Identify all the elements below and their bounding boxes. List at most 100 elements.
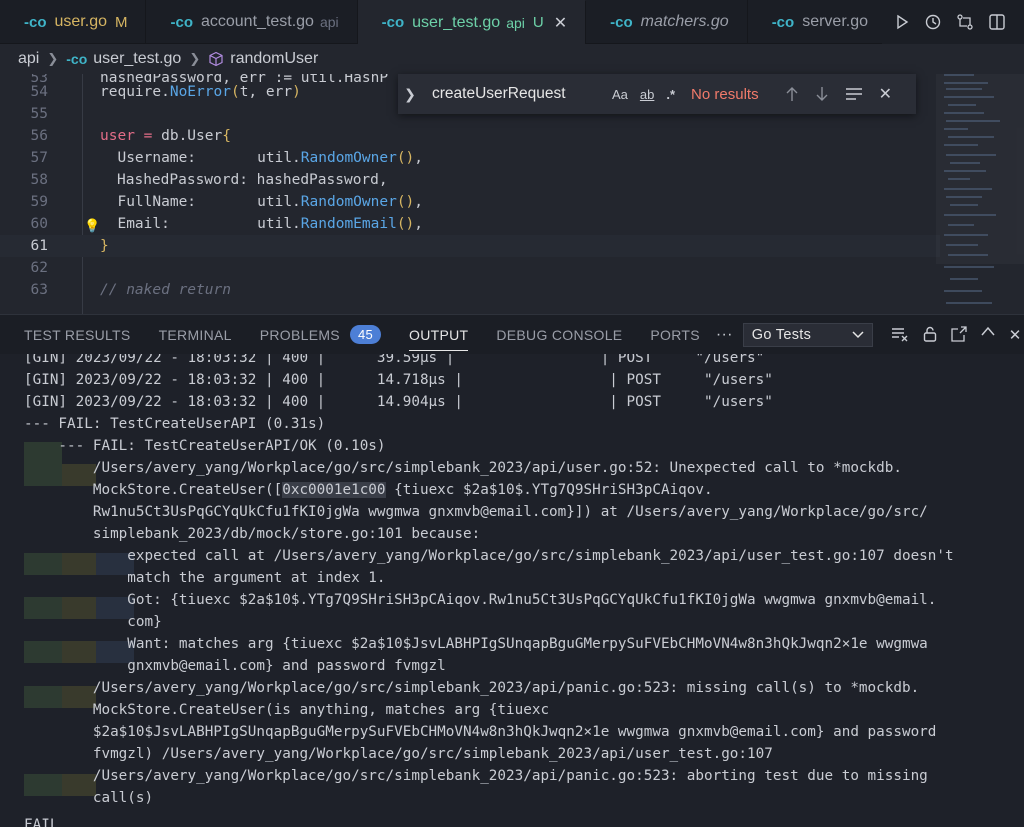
line-number: 55 — [30, 106, 48, 122]
find-input[interactable]: createUserRequest — [422, 85, 612, 103]
modified-badge: M — [114, 13, 128, 31]
go-file-icon: -co — [24, 13, 47, 31]
log-line: FAIL — [24, 817, 59, 827]
compare-changes-icon[interactable] — [956, 13, 974, 31]
close-icon[interactable]: ✕ — [879, 84, 892, 104]
whole-word-toggle[interactable]: ab — [640, 87, 654, 102]
chevron-down-icon — [852, 327, 864, 343]
tab-label: TERMINAL — [158, 326, 232, 343]
breadcrumb-symbol[interactable]: randomUser — [230, 50, 318, 68]
code-text: Email: util.RandomEmail(), — [100, 216, 424, 232]
match-case-toggle[interactable]: Aa — [612, 87, 628, 102]
tab-label: TEST RESULTS — [24, 326, 131, 343]
line-number: 54 — [30, 84, 48, 100]
tab-label: user_test.go — [412, 13, 501, 31]
log-line: $2a$10$JsvLABHPIgSUnqapBguGMerpySuFVEbCH… — [24, 724, 937, 740]
panel-header: TEST RESULTS TERMINAL PROBLEMS 45 OUTPUT … — [0, 314, 1024, 354]
tab-directory: api — [319, 14, 339, 30]
line-number: 60 — [30, 216, 48, 232]
split-editor-icon[interactable] — [988, 13, 1006, 31]
go-file-icon: -co — [66, 51, 88, 67]
tab-test-results[interactable]: TEST RESULTS — [0, 315, 145, 355]
breadcrumb-folder[interactable]: api — [18, 50, 39, 68]
breadcrumb-file[interactable]: user_test.go — [93, 50, 181, 68]
code-text: Username: util.RandomOwner(), — [100, 150, 424, 166]
clear-output-icon[interactable] — [891, 326, 909, 344]
run-icon[interactable] — [894, 14, 910, 30]
code-line: 60 Email: util.RandomEmail(), — [0, 213, 940, 235]
breadcrumb: api ❯ -co user_test.go ❯ randomUser — [0, 44, 1024, 74]
log-line: match the argument at index 1. — [24, 570, 386, 586]
log-line: Want: matches arg {tiuexc $2a$10$JsvLABH… — [24, 636, 928, 652]
log-line: call(s) — [24, 790, 154, 806]
tab-ports[interactable]: PORTS — [636, 315, 713, 355]
code-line: 63 // naked return — [0, 279, 940, 301]
chevron-right-icon: ❯ — [47, 51, 59, 66]
code-text: require.NoError(t, err) — [100, 84, 301, 100]
close-icon[interactable]: ✕ — [554, 13, 567, 33]
tab-server-go[interactable]: -co server.go — [748, 0, 887, 44]
symbol-method-icon — [208, 51, 224, 67]
output-log[interactable]: [GIN] 2023/09/22 - 18:03:32 | 400 | 39.5… — [0, 354, 1024, 827]
tab-label: user.go — [54, 13, 107, 30]
open-in-editor-icon[interactable] — [951, 325, 967, 344]
go-file-icon: -co — [610, 13, 633, 31]
code-line: 56 user = db.User{ — [0, 125, 940, 147]
tab-debug-console[interactable]: DEBUG CONSOLE — [482, 315, 636, 355]
log-line: simplebank_2023/db/mock/store.go:101 bec… — [24, 526, 481, 542]
tab-label: OUTPUT — [409, 326, 469, 343]
more-actions-icon[interactable]: ··· — [716, 326, 733, 344]
history-icon[interactable] — [924, 13, 942, 31]
lightbulb-icon[interactable]: 💡 — [84, 219, 100, 234]
code-text: user = db.User{ — [100, 128, 231, 144]
tab-terminal[interactable]: TERMINAL — [145, 315, 246, 355]
editor-tab-bar: -co user.go M -co account_test.go api -c… — [0, 0, 1024, 44]
tab-label: account_test.go — [200, 13, 314, 30]
line-number: 63 — [30, 282, 48, 298]
code-line: 59 FullName: util.RandomOwner(), — [0, 191, 940, 213]
code-text: } — [100, 238, 109, 254]
go-file-icon: -co — [381, 14, 405, 31]
minimap[interactable] — [936, 74, 1006, 314]
maximize-panel-icon[interactable] — [981, 326, 995, 344]
code-text: FullName: util.RandomOwner(), — [100, 194, 424, 210]
log-line: /Users/avery_yang/Workplace/go/src/simpl… — [24, 768, 928, 784]
tab-label: server.go — [802, 13, 868, 30]
tab-user-go[interactable]: -co user.go M — [0, 0, 147, 44]
tab-label: PORTS — [650, 326, 700, 343]
log-line: [GIN] 2023/09/22 - 18:03:32 | 400 | 14.9… — [24, 394, 773, 410]
output-channel-select[interactable]: Go Tests — [742, 322, 873, 347]
chevron-right-icon: ❯ — [189, 51, 201, 66]
log-line: MockStore.CreateUser([0xc0001e1c00 {tiue… — [24, 482, 713, 498]
log-line: fvmgzl) /Users/avery_yang/Workplace/go/s… — [24, 746, 773, 762]
go-file-icon: -co — [771, 13, 795, 31]
line-number: 62 — [30, 260, 48, 276]
chevron-right-icon[interactable]: ❯ — [398, 86, 422, 103]
tab-account-test-go[interactable]: -co account_test.go api — [146, 0, 358, 44]
code-line: 62 — [0, 257, 940, 279]
go-file-icon: -co — [170, 13, 193, 31]
tab-user-test-go[interactable]: -co user_test.go api U ✕ — [357, 0, 587, 44]
problems-count-badge: 45 — [349, 325, 382, 344]
find-in-selection-icon[interactable] — [845, 87, 863, 101]
regex-toggle[interactable]: .* — [666, 87, 675, 102]
line-number: 61 — [30, 238, 48, 254]
selected-channel: Go Tests — [751, 326, 812, 343]
close-panel-icon[interactable]: ✕ — [1009, 326, 1022, 344]
untracked-badge: U — [532, 14, 544, 31]
lock-icon[interactable] — [923, 326, 937, 344]
tab-matchers-go[interactable]: -co matchers.go — [586, 0, 748, 44]
arrow-up-icon[interactable] — [785, 86, 799, 102]
tab-label: DEBUG CONSOLE — [496, 326, 623, 343]
tab-output[interactable]: OUTPUT — [395, 315, 482, 355]
log-line: /Users/avery_yang/Workplace/go/src/simpl… — [24, 680, 920, 696]
find-status: No results — [691, 85, 759, 103]
tab-directory: api — [506, 14, 525, 31]
arrow-down-icon[interactable] — [815, 86, 829, 102]
log-line: gnxmvb@email.com} and password fvmgzl — [24, 658, 446, 674]
log-line: Got: {tiuexc $2a$10$.YTg7Q9SHriSH3pCAiqo… — [24, 592, 937, 608]
tab-problems[interactable]: PROBLEMS 45 — [246, 315, 395, 355]
line-number: 58 — [30, 172, 48, 188]
line-number: 59 — [30, 194, 48, 210]
log-line: --- FAIL: TestCreateUserAPI/OK (0.10s) — [24, 438, 386, 454]
